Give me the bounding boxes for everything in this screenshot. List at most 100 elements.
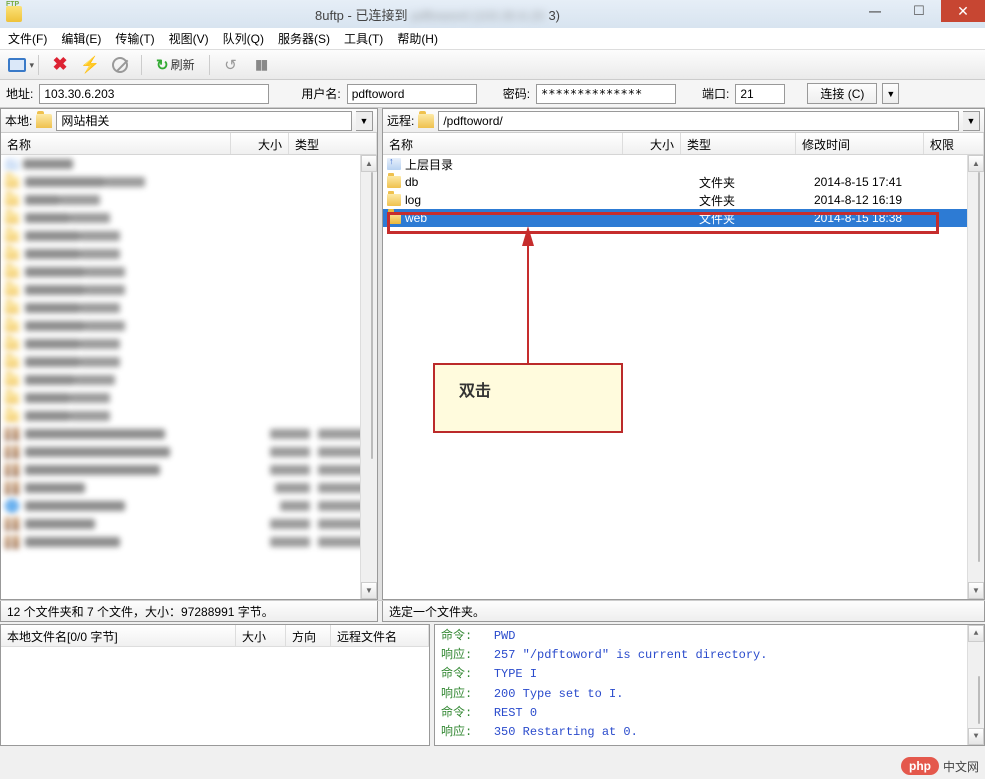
local-scrollbar[interactable]: ▲ ▼ [360,155,377,599]
list-item[interactable] [1,443,377,461]
col-type[interactable]: 类型 [681,133,796,154]
log-text: 350 Restarting at 0. [494,725,638,739]
list-item[interactable] [1,245,377,263]
table-row[interactable]: db 文件夹 2014-8-15 17:41 [383,173,984,191]
log-text: TYPE I [494,667,537,681]
list-item[interactable] [1,371,377,389]
disconnect-button[interactable]: ✖ [49,54,71,76]
log-label: 响应: [441,648,472,662]
list-item[interactable] [1,515,377,533]
queue-body[interactable] [1,647,429,745]
menu-edit[interactable]: 编辑(E) [61,30,101,47]
title-text-suffix: 3) [548,8,560,23]
col-size[interactable]: 大小 [231,133,289,154]
remote-path-bar: 远程: ▼ [383,109,984,133]
log-text: 257 "/pdftoword" is current directory. [494,648,768,662]
app-icon [6,6,22,22]
menu-transfer[interactable]: 传输(T) [115,30,154,47]
local-path-dropdown[interactable]: ▼ [356,111,373,131]
list-item[interactable] [1,317,377,335]
list-item[interactable] [1,497,377,515]
remote-path-dropdown[interactable]: ▼ [963,111,980,131]
log-label: 命令: [441,706,472,720]
annotation-highlight [387,212,939,234]
list-item[interactable] [1,191,377,209]
connect-button[interactable]: 连接 (C) [807,83,877,104]
log-label: 响应: [441,725,472,739]
x-icon: ✖ [52,54,67,75]
menu-view[interactable]: 视图(V) [169,30,209,47]
list-item[interactable] [1,263,377,281]
list-item[interactable] [1,479,377,497]
col-mtime[interactable]: 修改时间 [796,133,924,154]
local-file-list[interactable]: ▲ ▼ [1,155,377,599]
refresh-button[interactable]: ↻ 刷新 [152,54,199,76]
scroll-up-icon[interactable]: ▲ [968,155,984,172]
queue-col-name[interactable]: 本地文件名[0/0 字节] [1,625,236,646]
list-item[interactable] [1,173,377,191]
sitemanager-button[interactable] [6,54,28,76]
col-perms[interactable]: 权限 [924,133,984,154]
scroll-up-icon[interactable]: ▲ [361,155,377,172]
user-input[interactable] [347,84,477,104]
close-button[interactable] [941,0,985,22]
menu-queue[interactable]: 队列(Q) [223,30,264,47]
menu-tools[interactable]: 工具(T) [344,30,383,47]
scroll-up-icon[interactable]: ▲ [968,625,984,642]
log-scrollbar[interactable]: ▲ ▼ [967,625,984,745]
host-input[interactable] [39,84,269,104]
local-status: 12 个文件夹和 7 个文件，大小：97288991 字节。 [0,601,378,622]
cancel-icon [112,57,128,73]
list-item[interactable] [1,353,377,371]
remote-file-list[interactable]: 上层目录 db 文件夹 2014-8-15 17:41 log 文件夹 2014… [383,155,984,599]
col-name[interactable]: 名称 [383,133,623,154]
list-item[interactable] [1,389,377,407]
col-size[interactable]: 大小 [623,133,681,154]
cancel-button[interactable] [109,54,131,76]
file-type: 文件夹 [699,192,814,209]
queue-col-size[interactable]: 大小 [236,625,286,646]
remote-column-header: 名称 大小 类型 修改时间 权限 [383,133,984,155]
quickconnect-button[interactable]: ⚡ [79,54,101,76]
connect-dropdown[interactable]: ▼ [882,83,899,104]
port-input[interactable] [735,84,785,104]
file-name: db [405,175,641,189]
watermark-pill: php [901,757,939,775]
parent-dir-row[interactable]: 上层目录 [383,155,984,173]
log-pane[interactable]: 命令: PWD 响应: 257 "/pdftoword" is current … [434,624,985,746]
list-item[interactable] [1,299,377,317]
queue-col-remote[interactable]: 远程文件名 [331,625,429,646]
list-item[interactable] [1,209,377,227]
local-pane: 本地: ▼ 名称 大小 类型 [0,108,378,600]
scroll-down-icon[interactable]: ▼ [968,582,984,599]
file-mtime: 2014-8-15 17:41 [814,175,942,189]
maximize-button[interactable] [897,0,941,22]
col-name[interactable]: 名称 [1,133,231,154]
menu-help[interactable]: 帮助(H) [397,30,438,47]
list-item[interactable] [1,281,377,299]
menu-server[interactable]: 服务器(S) [278,30,330,47]
menu-file[interactable]: 文件(F) [8,30,47,47]
scroll-down-icon[interactable]: ▼ [361,582,377,599]
remote-path-input[interactable] [438,111,959,131]
minimize-button[interactable] [853,0,897,22]
table-row[interactable]: log 文件夹 2014-8-12 16:19 [383,191,984,209]
log-label: 命令: [441,667,472,681]
scroll-down-icon[interactable]: ▼ [968,728,984,745]
status-row: 12 个文件夹和 7 个文件，大小：97288991 字节。 选定一个文件夹。 [0,600,985,622]
reconnect-button[interactable]: ↺ [220,54,242,76]
list-item[interactable] [1,461,377,479]
remote-scrollbar[interactable]: ▲ ▼ [967,155,984,599]
user-label: 用户名: [301,85,340,102]
pass-input[interactable] [536,84,676,104]
list-item[interactable] [1,533,377,551]
queue-col-dir[interactable]: 方向 [286,625,331,646]
local-path-input[interactable] [56,111,352,131]
pause-button[interactable]: ▮▮ [250,54,272,76]
list-item[interactable] [1,425,377,443]
list-item[interactable] [1,335,377,353]
list-item[interactable] [1,227,377,245]
log-text: REST 0 [494,706,537,720]
col-type[interactable]: 类型 [289,133,377,154]
list-item[interactable] [1,407,377,425]
